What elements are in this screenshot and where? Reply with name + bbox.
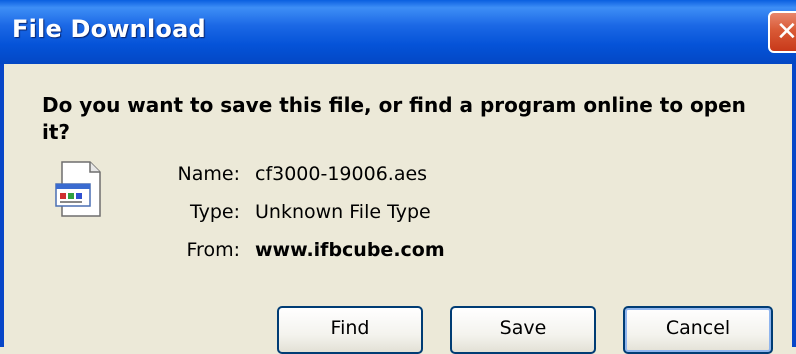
from-label: From: (186, 239, 240, 261)
question-text: Do you want to save this file, or find a… (42, 93, 746, 144)
close-icon: ✕ (776, 17, 796, 47)
close-button[interactable]: ✕ (768, 11, 796, 53)
detail-row-from: From: www.ifbcube.com (0, 239, 796, 269)
detail-row-type: Type: Unknown File Type (0, 201, 796, 231)
type-value: Unknown File Type (255, 201, 431, 223)
dialog-title: File Download (12, 15, 206, 43)
name-value: cf3000-19006.aes (255, 163, 428, 185)
title-bar[interactable]: File Download ✕ (0, 0, 796, 64)
from-value: www.ifbcube.com (255, 239, 445, 261)
file-download-dialog: File Download ✕ Do you want to save this… (0, 0, 796, 354)
name-label: Name: (177, 163, 240, 185)
type-label: Type: (189, 201, 240, 223)
detail-row-name: Name: cf3000-19006.aes (0, 163, 796, 193)
